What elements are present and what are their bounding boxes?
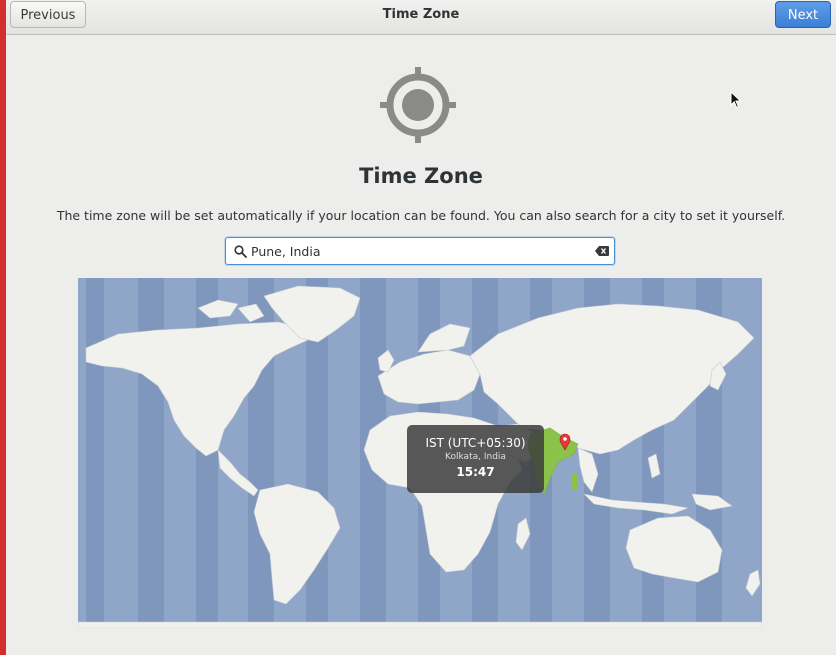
header-bar: Previous Time Zone Next — [6, 0, 836, 35]
mouse-cursor-icon — [730, 91, 742, 108]
location-search-field[interactable] — [225, 237, 615, 265]
search-input[interactable] — [251, 241, 581, 261]
timezone-tooltip: IST (UTC+05:30) Kolkata, India 15:47 — [407, 425, 544, 493]
tooltip-city: Kolkata, India — [445, 452, 506, 462]
tooltip-time: 15:47 — [456, 465, 495, 479]
page-title: Time Zone — [359, 164, 483, 188]
clear-text-icon[interactable] — [595, 246, 609, 256]
next-button[interactable]: Next — [775, 1, 831, 28]
header-title: Time Zone — [382, 7, 460, 22]
setup-window: Previous Time Zone Next Time Zone The ti… — [6, 0, 836, 655]
location-target-icon — [380, 67, 456, 143]
search-icon — [234, 245, 247, 258]
tooltip-zone: IST (UTC+05:30) — [425, 436, 526, 450]
page-description: The time zone will be set automatically … — [56, 208, 786, 223]
